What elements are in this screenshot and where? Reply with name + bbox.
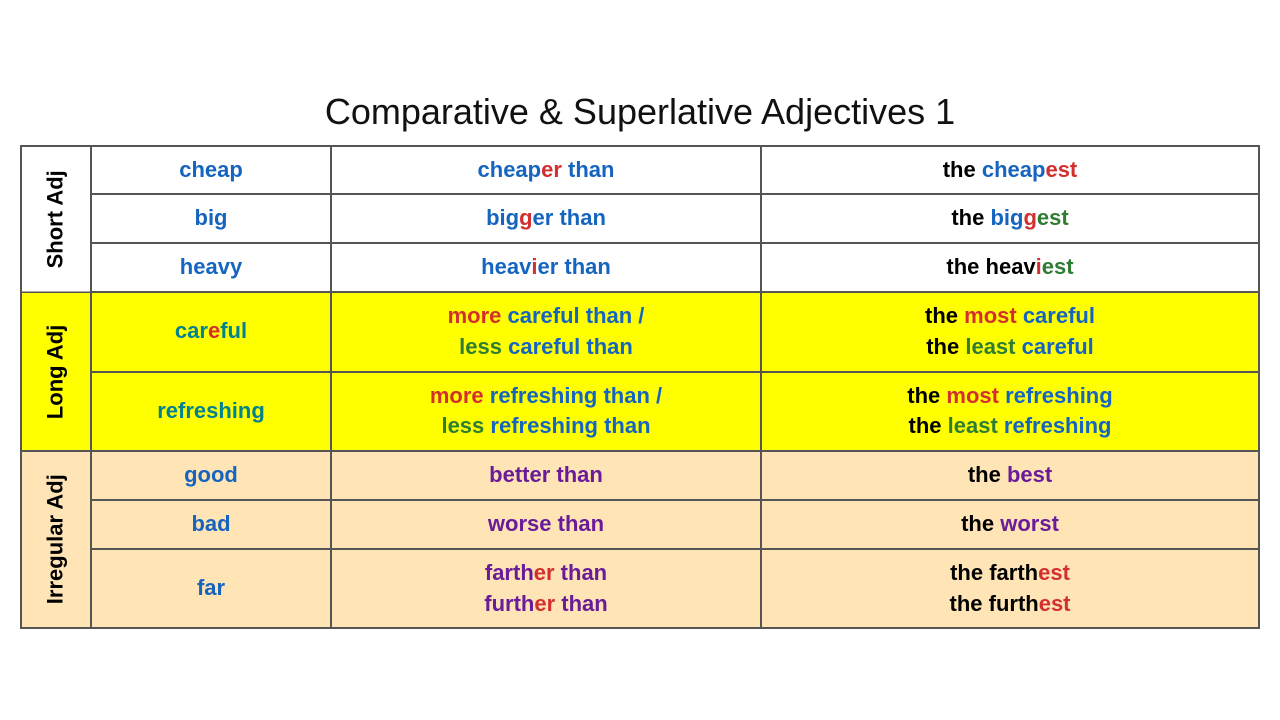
- base-bad: bad: [91, 500, 331, 549]
- word-refreshing: refreshing: [157, 398, 265, 423]
- long-adj-label: Long Adj: [21, 292, 91, 451]
- word-bad: bad: [191, 511, 230, 536]
- super-good: the best: [761, 451, 1259, 500]
- table-row: heavy heavier than the heaviest: [21, 243, 1259, 292]
- word-big: big: [195, 205, 228, 230]
- adjectives-table: Short Adj cheap cheaper than the cheapes…: [20, 145, 1260, 630]
- super-heavy: the heaviest: [761, 243, 1259, 292]
- comp-careful: more careful than / less careful than: [331, 292, 761, 372]
- super-cheap: the cheapest: [761, 146, 1259, 195]
- comp-far: farther than further than: [331, 549, 761, 629]
- word-cheap: cheap: [179, 157, 243, 182]
- base-good: good: [91, 451, 331, 500]
- word-far: far: [197, 575, 225, 600]
- base-far: far: [91, 549, 331, 629]
- word-good: good: [184, 462, 238, 487]
- comp-cheap: cheaper than: [331, 146, 761, 195]
- comp-big: bigger than: [331, 194, 761, 243]
- comp-bad: worse than: [331, 500, 761, 549]
- table-row: far farther than further than the farthe…: [21, 549, 1259, 629]
- table-row: Irregular Adj good better than the best: [21, 451, 1259, 500]
- super-refreshing: the most refreshing the least refreshing: [761, 372, 1259, 452]
- base-refreshing: refreshing: [91, 372, 331, 452]
- super-big: the biggest: [761, 194, 1259, 243]
- base-big: big: [91, 194, 331, 243]
- comp-good: better than: [331, 451, 761, 500]
- base-cheap: cheap: [91, 146, 331, 195]
- super-careful: the most careful the least careful: [761, 292, 1259, 372]
- comp-heavy: heavier than: [331, 243, 761, 292]
- base-careful: careful: [91, 292, 331, 372]
- table-row: Long Adj careful more careful than / les…: [21, 292, 1259, 372]
- short-adj-label: Short Adj: [21, 146, 91, 292]
- super-far: the farthest the furthest: [761, 549, 1259, 629]
- super-bad: the worst: [761, 500, 1259, 549]
- table-row: big bigger than the biggest: [21, 194, 1259, 243]
- word-heavy: heavy: [180, 254, 242, 279]
- irregular-adj-label: Irregular Adj: [21, 451, 91, 628]
- word-careful: careful: [175, 318, 247, 343]
- comp-refreshing: more refreshing than / less refreshing t…: [331, 372, 761, 452]
- base-heavy: heavy: [91, 243, 331, 292]
- table-row: Short Adj cheap cheaper than the cheapes…: [21, 146, 1259, 195]
- table-row: refreshing more refreshing than / less r…: [21, 372, 1259, 452]
- page-title: Comparative & Superlative Adjectives 1: [325, 91, 955, 133]
- table-row: bad worse than the worst: [21, 500, 1259, 549]
